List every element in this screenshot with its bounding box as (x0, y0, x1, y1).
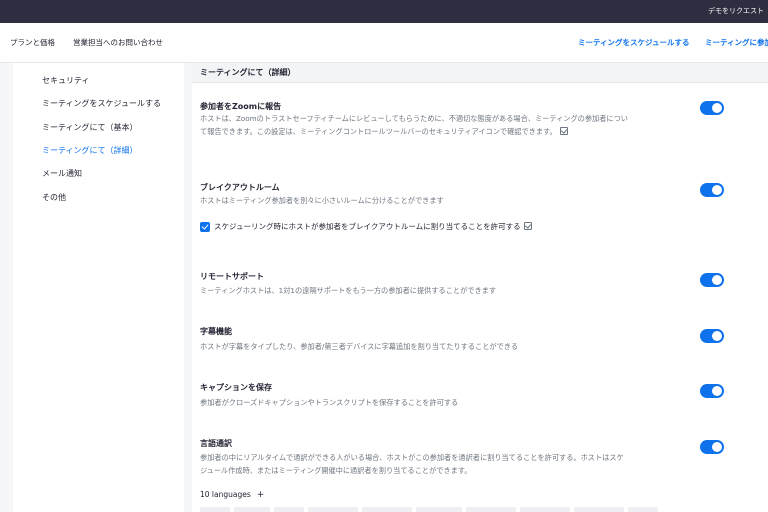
setting-desc-language-interpretation: 参加者の中にリアルタイムで通訳ができる人がいる場合、ホストがこの参加者を通訳者に… (200, 453, 624, 475)
language-chip[interactable] (520, 507, 570, 512)
setting-desc-report-participants: ホストは、Zoomのトラストセーフティチームにレビューしてもらうために、不適切な… (200, 113, 630, 138)
toggle-report-participants[interactable] (700, 101, 724, 115)
language-chip[interactable] (574, 507, 624, 512)
language-chip[interactable] (466, 507, 516, 512)
languages-row: 10 languages + (200, 490, 264, 500)
nav-bar: プランと価格 営業担当へのお問い合わせ ミーティングをスケジュールする ミーティ… (0, 23, 768, 63)
nav-contact-sales-link[interactable]: 営業担当へのお問い合わせ (73, 23, 163, 63)
language-chip[interactable] (200, 507, 230, 512)
setting-title-closed-captioning: 字幕機能 (200, 327, 232, 336)
toggle-breakout-room[interactable] (700, 183, 724, 197)
setting-desc-remote-support: ミーティングホストは、1対1の遠隔サポートをもう一方の参加者に提供することができ… (200, 286, 497, 295)
nav-pricing-link[interactable]: プランと価格 (10, 23, 55, 63)
breakout-assign-checkbox[interactable] (200, 222, 210, 232)
language-chip[interactable] (362, 507, 412, 512)
sidebar-item-in-meeting-advanced[interactable]: ミーティングにて（詳細） (42, 145, 138, 156)
toggle-closed-captioning[interactable] (700, 329, 724, 343)
toggle-language-interpretation[interactable] (700, 440, 724, 454)
language-chip[interactable] (234, 507, 270, 512)
setting-title-breakout-room: ブレイクアウトルーム (200, 183, 280, 192)
top-bar: デモをリクエスト (0, 0, 768, 23)
setting-desc-closed-captioning: ホストが字幕をタイプしたり、参加者/第三者デバイスに字幕追加を割り当てたりするこ… (200, 342, 519, 351)
toggle-remote-support[interactable] (700, 273, 724, 287)
setting-title-save-captions: キャプションを保存 (200, 383, 272, 392)
setting-title-report-participants: 参加者をZoomに報告 (200, 102, 282, 111)
section-header: ミーティングにて（詳細） (192, 63, 768, 83)
language-chip[interactable] (308, 507, 358, 512)
request-demo-link[interactable]: デモをリクエスト (708, 0, 768, 23)
plus-icon[interactable]: + (257, 490, 265, 500)
languages-count: 10 languages (200, 490, 251, 499)
setting-desc-save-captions: 参加者がクローズドキャプションやトランスクリプトを保存することを許可する (200, 398, 459, 407)
nav-schedule-meeting-link[interactable]: ミーティングをスケジュールする (578, 23, 690, 63)
setting-title-language-interpretation: 言語通訳 (200, 439, 232, 448)
lock-icon[interactable] (559, 126, 568, 135)
sidebar-item-schedule-meeting[interactable]: ミーティングをスケジュールする (42, 98, 161, 109)
sidebar-item-security[interactable]: セキュリティ (42, 75, 90, 86)
breakout-assign-label: スケジューリング時にホストが参加者をブレイクアウトルームに割り当てることを許可す… (214, 221, 532, 232)
sidebar-item-email-notification[interactable]: メール通知 (42, 168, 82, 179)
sidebar-item-other[interactable]: その他 (42, 192, 66, 203)
language-chip[interactable] (628, 507, 658, 512)
sidebar-item-in-meeting-basic[interactable]: ミーティングにて（基本） (42, 122, 138, 133)
setting-desc-breakout-room: ホストはミーティング参加者を別々に小さいルームに分けることができます (200, 196, 444, 205)
toggle-save-captions[interactable] (700, 384, 724, 398)
setting-title-remote-support: リモートサポート (200, 272, 264, 281)
section-title: ミーティングにて（詳細） (200, 68, 296, 77)
language-chip[interactable] (416, 507, 462, 512)
language-chip[interactable] (274, 507, 304, 512)
lock-icon[interactable] (523, 222, 532, 230)
breakout-assign-text: スケジューリング時にホストが参加者をブレイクアウトルームに割り当てることを許可す… (214, 222, 521, 231)
nav-join-meeting-link[interactable]: ミーティングに参加 (705, 23, 768, 63)
